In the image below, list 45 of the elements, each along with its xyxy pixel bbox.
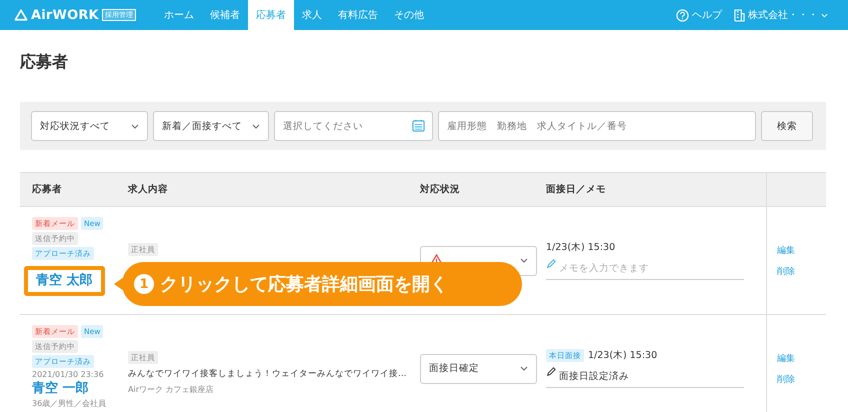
applicant-profile: 36歳／男性／会社員	[32, 398, 108, 409]
nav-tab[interactable]: その他	[386, 0, 432, 30]
step-number-badge: 1	[134, 274, 154, 294]
applied-date: 2021/01/30 23:36	[32, 370, 105, 379]
memo-field[interactable]: メモを入力できます	[546, 262, 744, 280]
search-button[interactable]: 検索	[761, 111, 813, 141]
logo-text: AirWORK	[31, 8, 99, 22]
action-link[interactable]: 編集	[777, 352, 826, 364]
building-icon	[734, 8, 745, 22]
store-name: Airワーク カフェ銀座店	[128, 384, 214, 395]
help-link[interactable]: ヘルプ	[676, 8, 722, 22]
nav-tab[interactable]: 有料広告	[330, 0, 386, 30]
page-title: 応募者	[20, 51, 69, 73]
status-dropdown[interactable]: 面接日確定	[420, 354, 537, 384]
nav-tab[interactable]: ホーム	[156, 0, 202, 30]
calendar-icon	[412, 119, 425, 132]
applicant-name-link[interactable]: 青空 太郎	[24, 266, 105, 296]
nav-tab[interactable]: 候補者	[202, 0, 248, 30]
column-header: 応募者	[31, 183, 63, 196]
interview-date: 1/23(木) 15:30	[588, 349, 658, 362]
nav-tab[interactable]: 応募者	[248, 0, 294, 30]
caret-icon	[821, 12, 828, 18]
status-select[interactable]: 対応状況すべて	[31, 111, 148, 141]
callout-text: クリックして応募者詳細画面を開く	[160, 273, 448, 296]
action-link[interactable]: 編集	[777, 244, 826, 256]
applicant-name-link[interactable]: 青空 一郎	[32, 380, 89, 398]
column-header: 求人内容	[126, 183, 169, 196]
triangle-logo-icon	[14, 9, 28, 21]
column-header: 対応状況	[420, 183, 461, 196]
company-menu[interactable]: 株式会社・・・	[734, 8, 828, 22]
chevron-icon	[131, 124, 139, 128]
chevron-icon	[520, 258, 528, 263]
chevron-icon	[520, 366, 528, 371]
chevron-icon	[252, 124, 260, 128]
type-select[interactable]: 新着／面接すべて	[153, 111, 269, 141]
keyword-field[interactable]: 雇用形態 勤務地 求人タイトル／番号	[438, 111, 756, 141]
column-header: 面接日／メモ	[546, 183, 607, 196]
help-icon	[676, 8, 689, 22]
job-title: みんなでワイワイ接客しましょう！ウェイターみんなでワイワイ接…	[128, 368, 406, 380]
date-field[interactable]: 選択してください	[274, 111, 433, 141]
action-link[interactable]: 削除	[777, 264, 826, 278]
memo-field[interactable]: 面接日設定済み	[546, 370, 744, 388]
interview-date: 1/23(木) 15:30	[546, 241, 616, 254]
nav-tab[interactable]: 求人	[294, 0, 330, 30]
action-link[interactable]: 削除	[777, 372, 826, 386]
